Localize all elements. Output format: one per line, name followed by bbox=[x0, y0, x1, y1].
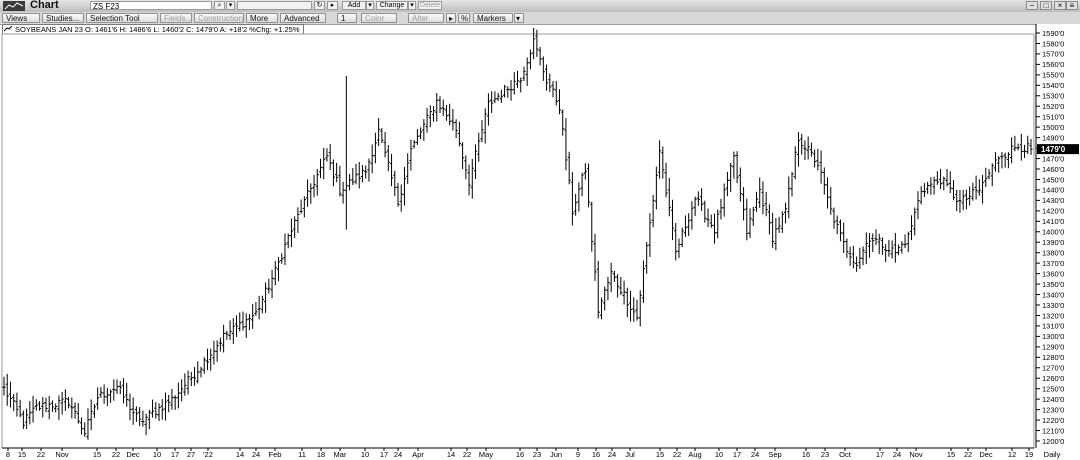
y-tick-label: 1470'0 bbox=[1042, 154, 1064, 163]
x-tick-label: 23 bbox=[533, 450, 541, 459]
y-tick-label: 1350'0 bbox=[1042, 280, 1064, 289]
x-tick-label: Sep bbox=[768, 450, 781, 459]
y-tick-label: 1270'0 bbox=[1042, 364, 1064, 373]
y-tick-label: 1280'0 bbox=[1042, 353, 1064, 362]
x-tick-label: 22 bbox=[37, 450, 45, 459]
x-tick-label: 24 bbox=[252, 450, 260, 459]
x-tick-label: Nov bbox=[909, 450, 923, 459]
x-tick-label: Aug bbox=[688, 450, 701, 459]
x-tick-label: 15 bbox=[93, 450, 101, 459]
x-tick-label: 22 bbox=[112, 450, 120, 459]
y-tick-label: 1440'0 bbox=[1042, 186, 1064, 195]
x-tick-label: 16 bbox=[592, 450, 600, 459]
x-tick-label: 17 bbox=[876, 450, 884, 459]
y-tick-label: 1230'0 bbox=[1042, 405, 1064, 414]
y-tick-label: 1530'0 bbox=[1042, 92, 1064, 101]
x-tick-label: 12 bbox=[1008, 450, 1016, 459]
y-tick-label: 1420'0 bbox=[1042, 207, 1064, 216]
x-tick-label: 10 bbox=[361, 450, 369, 459]
x-tick-label: 16 bbox=[802, 450, 810, 459]
y-tick-label: 1240'0 bbox=[1042, 395, 1064, 404]
y-tick-label: 1300'0 bbox=[1042, 332, 1064, 341]
x-tick-label: 10 bbox=[153, 450, 161, 459]
y-tick-label: 1210'0 bbox=[1042, 426, 1064, 435]
x-tick-label: 15 bbox=[656, 450, 664, 459]
y-tick-label: 1510'0 bbox=[1042, 112, 1064, 121]
y-tick-label: 1460'0 bbox=[1042, 165, 1064, 174]
x-tick-label: 14 bbox=[236, 450, 244, 459]
y-tick-label: 1450'0 bbox=[1042, 175, 1064, 184]
y-tick-label: 1560'0 bbox=[1042, 60, 1064, 69]
x-tick-label: Dec bbox=[126, 450, 140, 459]
y-tick-label: 1250'0 bbox=[1042, 384, 1064, 393]
x-tick-label: Jun bbox=[550, 450, 562, 459]
y-tick-label: 1290'0 bbox=[1042, 343, 1064, 352]
x-tick-label: 8 bbox=[6, 450, 10, 459]
x-tick-label: 22 bbox=[463, 450, 471, 459]
x-tick-label: 17 bbox=[733, 450, 741, 459]
x-tick-label: 27 bbox=[187, 450, 195, 459]
x-tick-label: 10 bbox=[715, 450, 723, 459]
y-tick-label: 1490'0 bbox=[1042, 133, 1064, 142]
x-tick-label: Mar bbox=[334, 450, 347, 459]
y-tick-label: 1220'0 bbox=[1042, 416, 1064, 425]
y-tick-label: 1200'0 bbox=[1042, 437, 1064, 446]
x-tick-label: 24 bbox=[394, 450, 402, 459]
y-tick-label: 1260'0 bbox=[1042, 374, 1064, 383]
y-tick-label: 1550'0 bbox=[1042, 71, 1064, 80]
x-tick-label: 14 bbox=[447, 450, 455, 459]
x-tick-label: Nov bbox=[55, 450, 69, 459]
y-tick-label: 1580'0 bbox=[1042, 39, 1064, 48]
y-tick-label: 1360'0 bbox=[1042, 269, 1064, 278]
x-tick-label: Daily bbox=[1044, 450, 1061, 459]
x-tick-label: 18 bbox=[317, 450, 325, 459]
x-tick-label: Dec bbox=[979, 450, 993, 459]
y-tick-label: 1380'0 bbox=[1042, 248, 1064, 257]
x-tick-label: 17 bbox=[171, 450, 179, 459]
x-tick-label: 15 bbox=[18, 450, 26, 459]
y-tick-label: 1540'0 bbox=[1042, 81, 1064, 90]
x-tick-label: 9 bbox=[576, 450, 580, 459]
y-tick-label: 1340'0 bbox=[1042, 290, 1064, 299]
y-tick-label: 1310'0 bbox=[1042, 322, 1064, 331]
x-tick-label: Jul bbox=[625, 450, 635, 459]
y-tick-label: 1520'0 bbox=[1042, 102, 1064, 111]
x-tick-label: 16 bbox=[516, 450, 524, 459]
x-tick-label: 11 bbox=[298, 450, 306, 459]
y-tick-label: 1570'0 bbox=[1042, 50, 1064, 59]
x-tick-label: Apr bbox=[412, 450, 424, 459]
x-tick-label: 22 bbox=[964, 450, 972, 459]
y-tick-label: 1330'0 bbox=[1042, 301, 1064, 310]
x-tick-label: 24 bbox=[893, 450, 901, 459]
y-tick-label: 1590'0 bbox=[1042, 29, 1064, 38]
y-tick-label: 1320'0 bbox=[1042, 311, 1064, 320]
x-tick-label: 22 bbox=[673, 450, 681, 459]
x-tick-label: '22 bbox=[203, 450, 213, 459]
last-price-label: 1479'0 bbox=[1041, 145, 1066, 154]
y-tick-label: 1370'0 bbox=[1042, 259, 1064, 268]
y-tick-label: 1430'0 bbox=[1042, 196, 1064, 205]
y-tick-label: 1390'0 bbox=[1042, 238, 1064, 247]
x-tick-label: 17 bbox=[380, 450, 388, 459]
y-tick-label: 1400'0 bbox=[1042, 228, 1064, 237]
x-tick-label: Feb bbox=[269, 450, 282, 459]
x-tick-label: May bbox=[479, 450, 493, 459]
x-tick-label: Oct bbox=[839, 450, 852, 459]
x-tick-label: 23 bbox=[821, 450, 829, 459]
y-tick-label: 1500'0 bbox=[1042, 123, 1064, 132]
price-chart[interactable]: 1200'0 1210'01220'0 1230'01240'0 1250'01260… bbox=[0, 0, 1080, 460]
x-tick-label: 24 bbox=[608, 450, 616, 459]
x-tick-label: 15 bbox=[947, 450, 955, 459]
x-tick-label: 19 bbox=[1025, 450, 1033, 459]
x-tick-label: 24 bbox=[751, 450, 759, 459]
y-tick-label: 1410'0 bbox=[1042, 217, 1064, 226]
